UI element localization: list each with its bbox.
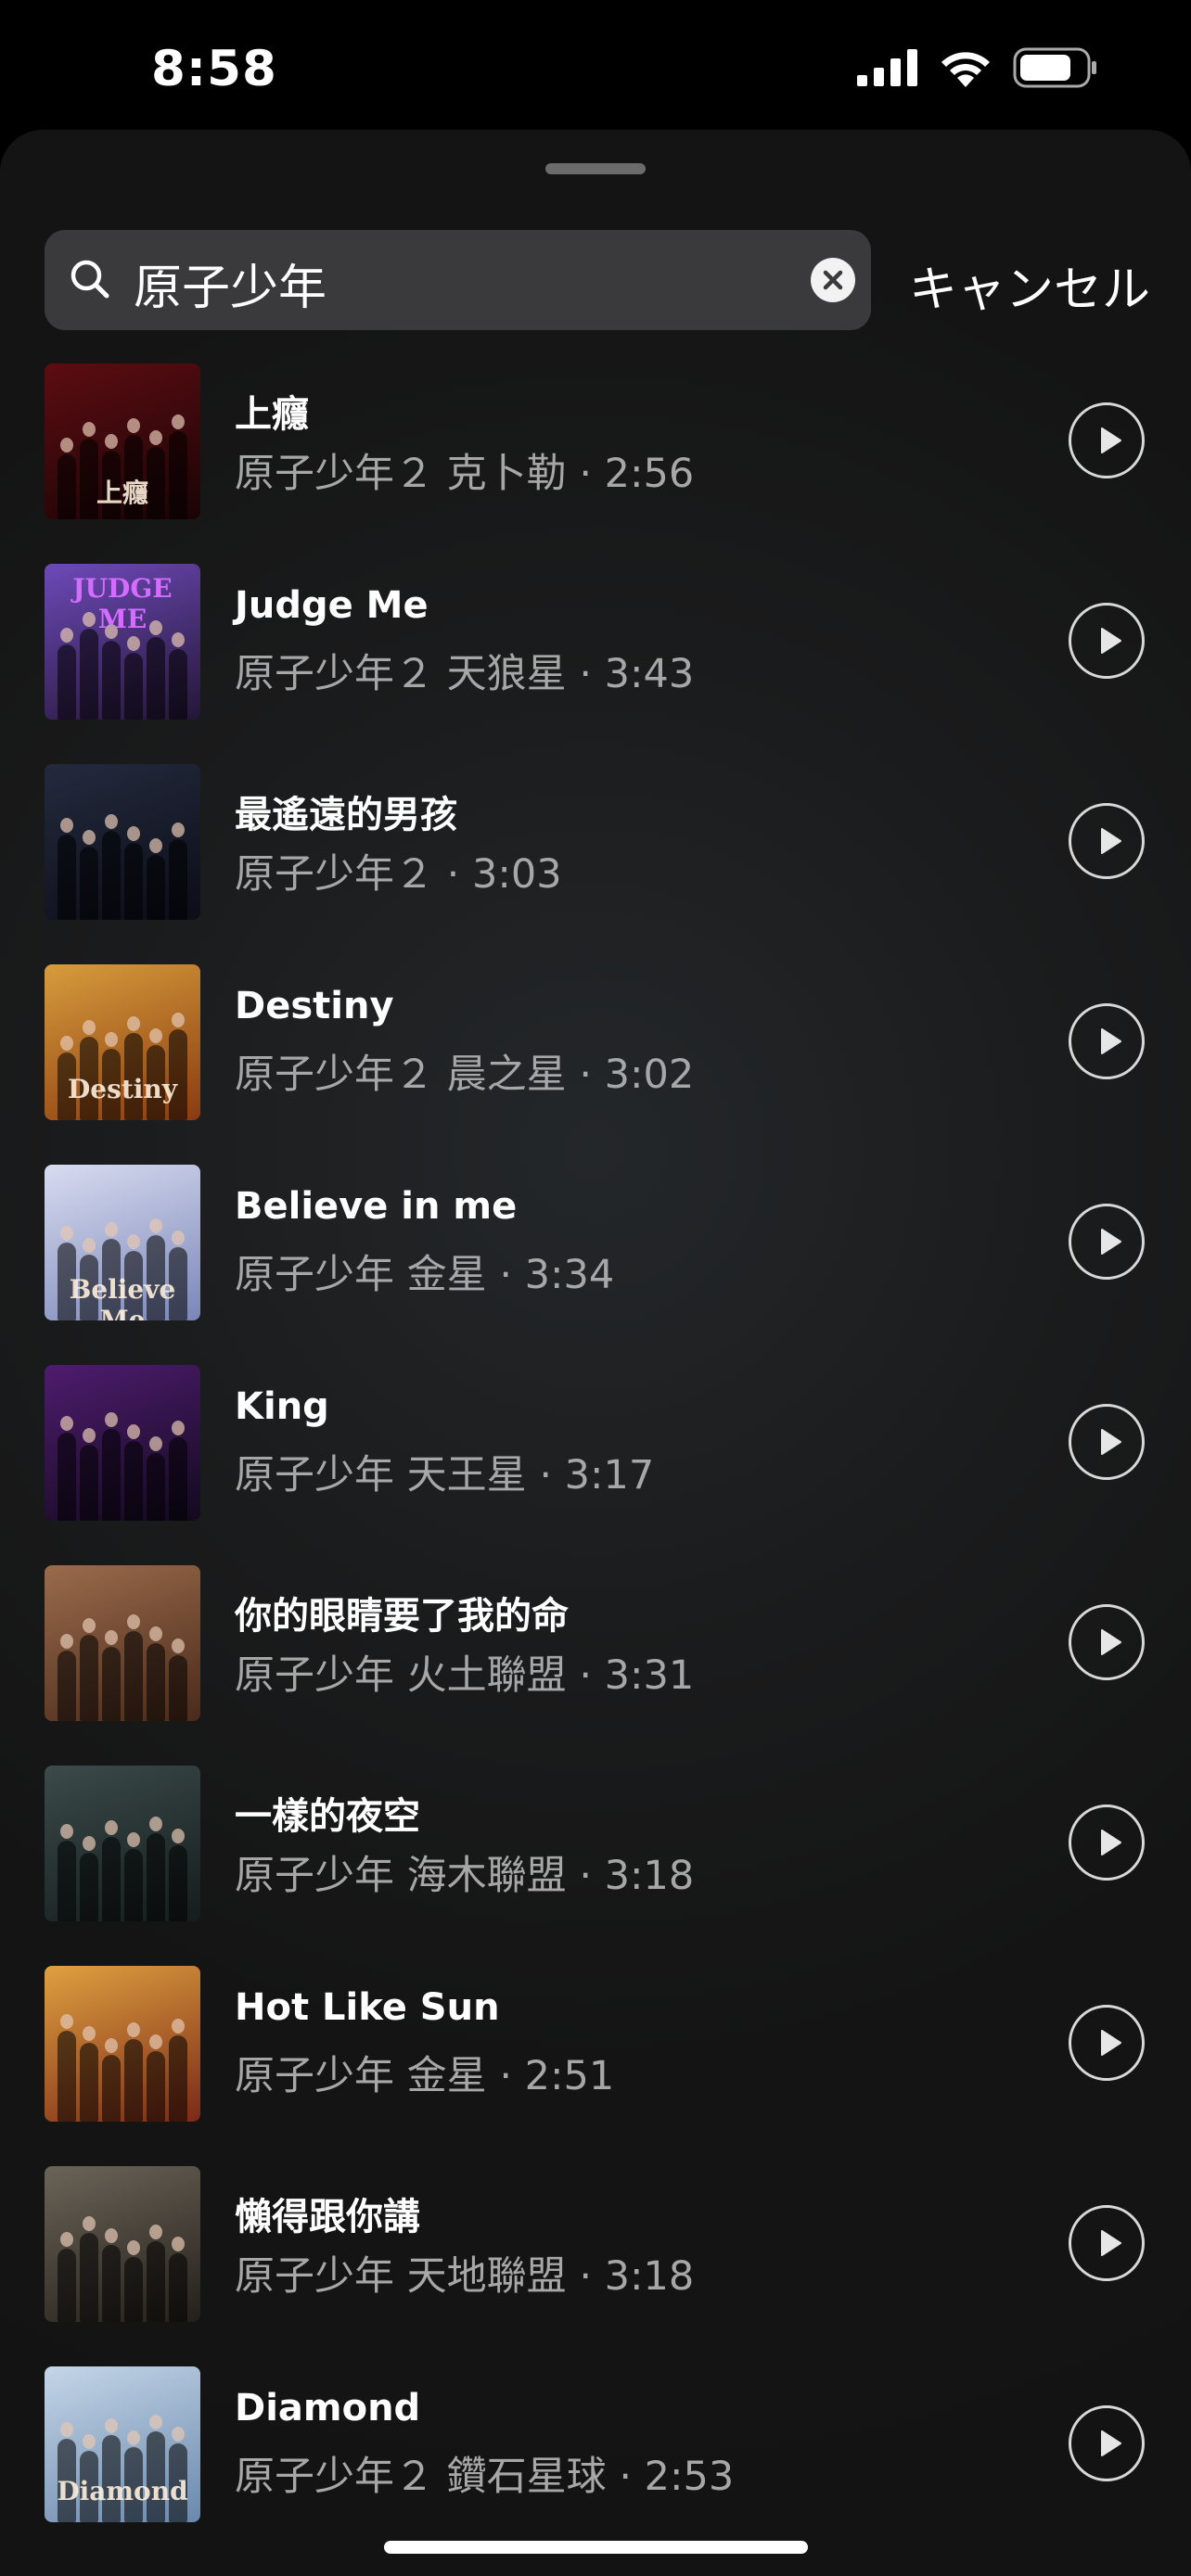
- search-query-text: 原子少年: [134, 261, 327, 316]
- track-row[interactable]: JUDGE ME Judge Me 原子少年２ 天狼星 · 3:43: [0, 564, 1191, 764]
- search-icon: [70, 260, 109, 299]
- play-preview-button[interactable]: [1069, 402, 1145, 478]
- song-title: Judge Me: [235, 584, 429, 627]
- album-cover: Believe Me: [45, 1165, 200, 1320]
- battery-icon: [1013, 47, 1096, 88]
- play-preview-button[interactable]: [1069, 1404, 1145, 1480]
- play-icon: [1101, 1429, 1121, 1455]
- song-title: 最遙遠的男孩: [235, 794, 457, 836]
- home-indicator: [384, 2541, 808, 2554]
- play-preview-button[interactable]: [1069, 2405, 1145, 2481]
- track-row[interactable]: King 原子少年 天王星 · 3:17: [0, 1365, 1191, 1565]
- track-row[interactable]: 最遙遠的男孩原子少年２ · 3:03: [0, 764, 1191, 964]
- wifi-icon: [941, 52, 990, 87]
- play-preview-button[interactable]: [1069, 1204, 1145, 1280]
- track-row[interactable]: 一樣的夜空原子少年 海木聯盟 · 3:18: [0, 1766, 1191, 1966]
- play-preview-button[interactable]: [1069, 1804, 1145, 1881]
- track-row[interactable]: 你的眼睛要了我的命原子少年 火土聯盟 · 3:31: [0, 1565, 1191, 1766]
- play-icon: [1101, 2230, 1121, 2256]
- song-title: Diamond: [235, 2387, 421, 2429]
- play-icon: [1101, 2030, 1121, 2056]
- album-cover-title: JUDGE ME: [72, 573, 173, 634]
- song-title: 你的眼睛要了我的命: [235, 1595, 569, 1638]
- status-time: 8:58: [151, 41, 277, 97]
- song-title: Hot Like Sun: [235, 1986, 500, 2029]
- album-cover: [45, 1365, 200, 1521]
- play-icon: [1101, 427, 1121, 453]
- album-cover: [45, 1766, 200, 1921]
- album-cover: Diamond: [45, 2366, 200, 2522]
- song-artist-duration: 原子少年 火土聯盟 · 3:31: [235, 1652, 695, 1699]
- song-artist-duration: 原子少年 海木聯盟 · 3:18: [235, 1853, 695, 1899]
- album-cover: [45, 1966, 200, 2122]
- track-row[interactable]: Destiny Destiny 原子少年２ 晨之星 · 3:02: [0, 964, 1191, 1165]
- play-icon: [1101, 1028, 1121, 1054]
- play-icon: [1101, 628, 1121, 654]
- song-title: Believe in me: [235, 1185, 518, 1228]
- play-icon: [1101, 2430, 1121, 2456]
- play-preview-button[interactable]: [1069, 603, 1145, 679]
- status-bar: 8:58: [0, 0, 1191, 130]
- song-title: Destiny: [235, 985, 394, 1027]
- play-icon: [1101, 1229, 1121, 1255]
- song-artist-duration: 原子少年 天王星 · 3:17: [235, 1452, 655, 1498]
- album-cover-title: Believe Me: [69, 1274, 176, 1320]
- play-preview-button[interactable]: [1069, 803, 1145, 879]
- song-title: 上癮: [235, 393, 309, 436]
- song-artist-duration: 原子少年２ 克卜勒 · 2:56: [235, 451, 695, 497]
- song-artist-duration: 原子少年 天地聯盟 · 3:18: [235, 2253, 695, 2300]
- album-cover-title: 上癮: [96, 478, 148, 508]
- sheet-grabber[interactable]: [545, 163, 646, 174]
- music-search-sheet: 原子少年 キャンセル 上癮 上癮 原子少年２ 克卜勒 · 2:56 JUDGE ME J…: [0, 130, 1191, 2576]
- album-cover: [45, 2166, 200, 2322]
- play-preview-button[interactable]: [1069, 1604, 1145, 1680]
- play-preview-button[interactable]: [1069, 1003, 1145, 1079]
- play-icon: [1101, 828, 1121, 854]
- track-row[interactable]: 懶得跟你講原子少年 天地聯盟 · 3:18: [0, 2166, 1191, 2366]
- song-title: 一樣的夜空: [235, 1795, 420, 1838]
- track-list: 上癮 上癮 原子少年２ 克卜勒 · 2:56 JUDGE ME Judge Me 原子少年…: [0, 363, 1191, 2567]
- play-icon: [1101, 1830, 1121, 1855]
- song-artist-duration: 原子少年２ 晨之星 · 3:02: [235, 1052, 695, 1098]
- song-artist-duration: 原子少年２ 天狼星 · 3:43: [235, 651, 695, 697]
- play-preview-button[interactable]: [1069, 2005, 1145, 2081]
- song-title: King: [235, 1385, 329, 1428]
- album-cover: [45, 764, 200, 920]
- play-icon: [1101, 1629, 1121, 1655]
- song-artist-duration: 原子少年２ · 3:03: [235, 851, 562, 898]
- album-cover-title: Destiny: [67, 1074, 178, 1104]
- clear-search-icon[interactable]: [811, 258, 855, 302]
- song-title: 懶得跟你講: [235, 2196, 420, 2238]
- track-row[interactable]: Diamond Diamond 原子少年２ 鑽石星球 · 2:53: [0, 2366, 1191, 2567]
- album-cover: Destiny: [45, 964, 200, 1120]
- cellular-signal-icon: [857, 49, 917, 86]
- cancel-button[interactable]: キャンセル: [909, 250, 1150, 320]
- song-artist-duration: 原子少年２ 鑽石星球 · 2:53: [235, 2454, 735, 2500]
- song-artist-duration: 原子少年 金星 · 2:51: [235, 2053, 615, 2099]
- play-preview-button[interactable]: [1069, 2205, 1145, 2281]
- album-cover: [45, 1565, 200, 1721]
- album-cover: 上癮: [45, 363, 200, 519]
- track-row[interactable]: 上癮 上癮 原子少年２ 克卜勒 · 2:56: [0, 363, 1191, 564]
- album-cover-title: Diamond: [57, 2476, 188, 2506]
- album-cover: JUDGE ME: [45, 564, 200, 720]
- status-icons: [857, 45, 1098, 91]
- song-artist-duration: 原子少年 金星 · 3:34: [235, 1252, 615, 1298]
- search-input[interactable]: 原子少年: [45, 230, 871, 330]
- track-row[interactable]: Believe Me Believe in me 原子少年 金星 · 3:34: [0, 1165, 1191, 1365]
- track-row[interactable]: Hot Like Sun 原子少年 金星 · 2:51: [0, 1966, 1191, 2166]
- search-row: 原子少年 キャンセル: [45, 230, 1158, 330]
